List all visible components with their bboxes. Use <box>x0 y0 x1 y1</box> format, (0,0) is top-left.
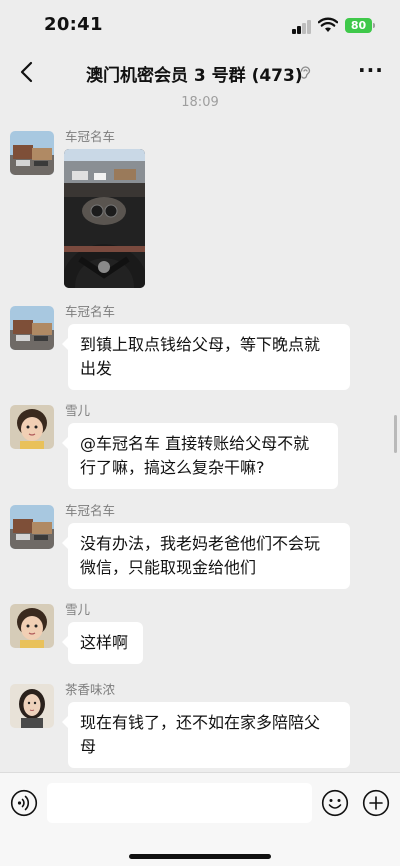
avatar[interactable] <box>10 131 54 175</box>
avatar[interactable] <box>10 505 54 549</box>
message-bubble[interactable]: 到镇上取点钱给父母，等下晚点就 出发 <box>62 324 350 390</box>
message-bubble[interactable]: @车冠名车 直接转账给父母不就 行了嘛，搞这么复杂干嘛? <box>62 423 338 489</box>
chevron-left-icon[interactable] <box>14 58 42 86</box>
message-timestamp: 18:09 <box>181 95 219 110</box>
avatar[interactable] <box>10 604 54 648</box>
scrollbar[interactable] <box>394 415 397 453</box>
message-input[interactable] <box>47 783 312 823</box>
message-bubble[interactable]: 现在有钱了，还不如在家多陪陪父 母 <box>62 702 350 768</box>
message-line: 出发 <box>80 359 113 378</box>
avatar[interactable] <box>10 684 54 728</box>
sender-name: 雪儿 <box>65 602 91 617</box>
message-line: @车冠名车 直接转账给父母不就 <box>80 434 310 453</box>
car-interior-image[interactable] <box>64 149 145 288</box>
message-line: 这样啊 <box>80 633 129 652</box>
ear-icon <box>300 66 311 79</box>
message-line: 现在有钱了，还不如在家多陪陪父 <box>80 713 321 732</box>
message-bubble[interactable]: 没有办法，我老妈老爸他们不会玩 微信，只能取现金给他们 <box>62 523 350 589</box>
sender-name: 雪儿 <box>65 403 91 418</box>
home-indicator <box>129 854 271 859</box>
sender-name: 车冠名车 <box>65 129 116 144</box>
message-line: 母 <box>80 737 97 756</box>
status-time: 20:41 <box>44 14 103 35</box>
message-line: 到镇上取点钱给父母，等下晚点就 <box>80 335 321 354</box>
input-bar <box>0 772 400 866</box>
message-bubble[interactable]: 这样啊 <box>62 622 143 664</box>
message-line: 微信，只能取现金给他们 <box>80 558 257 577</box>
signal-icon <box>292 20 312 34</box>
voice-icon[interactable] <box>10 789 38 817</box>
emoji-icon[interactable] <box>321 789 349 817</box>
status-bar: 20:41 80 <box>0 0 400 50</box>
chat-header: 澳门机密会员 3 号群 (473) ··· <box>0 50 400 94</box>
plus-icon[interactable] <box>362 789 390 817</box>
message-line: 没有办法，我老妈老爸他们不会玩 <box>80 534 321 553</box>
sender-name: 茶香味浓 <box>65 682 116 697</box>
wifi-icon <box>318 17 338 32</box>
message-line: 行了嘛，搞这么复杂干嘛? <box>80 458 265 477</box>
sender-name: 车冠名车 <box>65 304 116 319</box>
avatar[interactable] <box>10 405 54 449</box>
more-dots-icon[interactable]: ··· <box>358 58 384 86</box>
battery-level: 80 <box>345 18 372 33</box>
sender-name: 车冠名车 <box>65 503 116 518</box>
avatar[interactable] <box>10 306 54 350</box>
chat-title[interactable]: 澳门机密会员 3 号群 (473) <box>86 61 303 86</box>
battery-tip <box>373 23 375 28</box>
